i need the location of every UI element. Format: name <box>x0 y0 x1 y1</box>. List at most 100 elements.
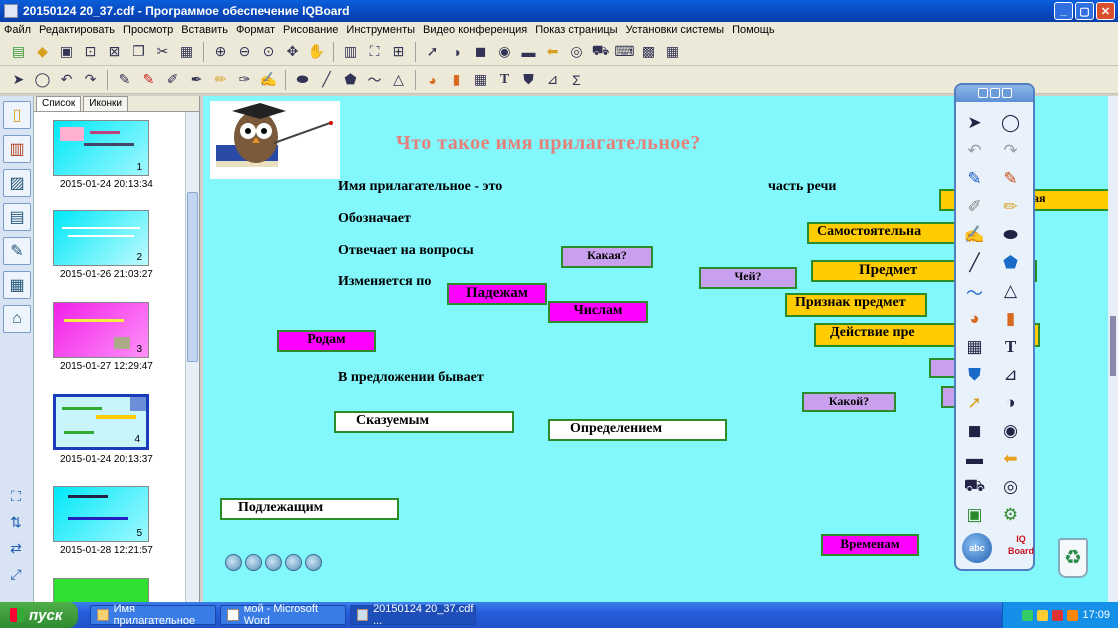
fit-screen-icon[interactable]: ⛶ <box>6 488 26 504</box>
line-icon[interactable]: ╱ <box>316 69 337 90</box>
label-podlezhashchim[interactable]: Подлежащим <box>220 498 399 520</box>
pointer-icon[interactable]: ➚ <box>422 41 443 62</box>
scrollbar-thumb[interactable] <box>1110 316 1116 376</box>
thumbnail-menu-icon[interactable] <box>130 397 146 411</box>
magnifier-icon[interactable]: ◉ <box>494 41 515 62</box>
menu-edit[interactable]: Редактировать <box>39 24 115 36</box>
label-vremenam[interactable]: Временам <box>821 534 919 556</box>
shape-icon[interactable]: ⬟ <box>340 69 361 90</box>
label-kakaya[interactable]: Какая? <box>561 246 653 268</box>
menu-insert[interactable]: Вставить <box>181 24 228 36</box>
media-icon[interactable]: ⚙ <box>998 503 1024 527</box>
monitor-icon[interactable]: ▬ <box>962 447 988 471</box>
cut-icon[interactable]: ✂ <box>152 41 173 62</box>
slide-thumbnail[interactable]: 5 <box>53 486 149 542</box>
label-padezham[interactable]: Падежам <box>447 283 547 305</box>
highlighter-icon[interactable]: ✏ <box>210 69 231 90</box>
maximize-button[interactable]: ▢ <box>1075 2 1094 20</box>
slide-thumbnail[interactable] <box>53 578 149 602</box>
last-page-button[interactable] <box>285 554 302 571</box>
fill-icon[interactable]: ⛊ <box>518 69 539 90</box>
table-icon[interactable]: ▦ <box>962 335 988 359</box>
pie-chart-icon[interactable]: ◕ <box>422 69 443 90</box>
palette-close-button[interactable] <box>1001 88 1012 98</box>
laser-icon[interactable]: ✑ <box>234 69 255 90</box>
handwriting-button[interactable]: abc <box>962 533 992 563</box>
redo-icon[interactable]: ↷ <box>998 139 1024 163</box>
function-icon[interactable]: 〜 <box>962 279 988 303</box>
formula-icon[interactable]: Σ <box>566 69 587 90</box>
menu-slideshow[interactable]: Показ страницы <box>535 24 617 36</box>
close-button[interactable]: ✕ <box>1096 2 1115 20</box>
thumbnail-scrollbar[interactable] <box>185 112 199 602</box>
copy-icon[interactable]: ❐ <box>128 41 149 62</box>
table-icon[interactable]: ▦ <box>470 69 491 90</box>
slide-thumbnail[interactable]: 3 <box>53 302 149 358</box>
save-icon[interactable]: ▣ <box>56 41 77 62</box>
label-opredeleniem[interactable]: Определением <box>548 419 727 441</box>
eraser-icon[interactable]: ⬬ <box>998 223 1024 247</box>
menu-tools[interactable]: Инструменты <box>346 24 415 36</box>
function-icon[interactable]: 〜 <box>364 69 385 90</box>
tray-icon[interactable] <box>1052 609 1064 621</box>
delete-page-icon[interactable]: ⊠ <box>104 41 125 62</box>
marker-icon[interactable]: ✎ <box>998 167 1024 191</box>
taskbar-item-word[interactable]: мой - Microsoft Word <box>220 603 346 627</box>
menu-settings[interactable]: Установки системы <box>626 24 724 36</box>
page-list-tab-icon[interactable]: ▯ <box>3 101 31 129</box>
select-arrow-icon[interactable]: ➤ <box>962 111 988 135</box>
magic-pen-icon[interactable]: ✍ <box>258 69 279 90</box>
slide-icon[interactable]: ▥ <box>340 41 361 62</box>
recycle-bin-icon[interactable]: ♻ <box>1058 538 1088 578</box>
taskbar-item-iqboard[interactable]: 20150124 20_37.cdf ... <box>350 603 476 627</box>
background-tab-icon[interactable]: ▨ <box>3 169 31 197</box>
spotlight-icon[interactable]: ◑ <box>446 41 467 62</box>
resources-tab-icon[interactable]: ▤ <box>3 203 31 231</box>
scrollbar-thumb[interactable] <box>187 192 198 362</box>
library-tab-icon[interactable]: ▥ <box>3 135 31 163</box>
zoom-in-icon[interactable]: ⊕ <box>210 41 231 62</box>
zoom-menu-icon[interactable]: ⊙ <box>258 41 279 62</box>
fit-icon[interactable]: ✥ <box>282 41 303 62</box>
eraser-icon[interactable]: ⬬ <box>292 69 313 90</box>
slide-thumbnail-selected[interactable]: 4 <box>53 394 149 450</box>
slide-thumbnail[interactable]: 1 <box>53 120 149 176</box>
label-chey[interactable]: Чей? <box>699 267 797 289</box>
zoom-out-icon[interactable]: ⊖ <box>234 41 255 62</box>
brush-icon[interactable]: ✐ <box>962 195 988 219</box>
calligraphy-icon[interactable]: ✒ <box>186 69 207 90</box>
taskbar-item-folder[interactable]: Имя прилагательное <box>90 603 216 627</box>
open-icon[interactable]: ◆ <box>32 41 53 62</box>
magnifier-icon[interactable]: ◉ <box>998 419 1024 443</box>
spotlight-icon[interactable]: ◑ <box>998 391 1024 415</box>
label-rodam[interactable]: Родам <box>277 330 376 352</box>
label-kakoy[interactable]: Какой? <box>802 392 896 412</box>
tab-icons[interactable]: Иконки <box>83 96 129 111</box>
tab-list[interactable]: Список <box>36 96 82 111</box>
pointer-icon[interactable]: ➚ <box>962 391 988 415</box>
record-icon[interactable]: ⊞ <box>388 41 409 62</box>
tray-icon[interactable] <box>1067 609 1079 621</box>
slide-thumbnail[interactable]: 2 <box>53 210 149 266</box>
ruler-icon[interactable]: ⊿ <box>542 69 563 90</box>
bar-chart-icon[interactable]: ▮ <box>998 307 1024 331</box>
new-page-icon[interactable]: ▤ <box>8 41 29 62</box>
back-arrow-icon[interactable]: ⬅ <box>542 41 563 62</box>
label-chislam[interactable]: Числам <box>548 301 648 323</box>
monitor-icon[interactable]: ▬ <box>518 41 539 62</box>
gallery-icon[interactable]: ▩ <box>638 41 659 62</box>
menu-video[interactable]: Видео конференция <box>423 24 527 36</box>
palette-minimize-button[interactable] <box>977 88 988 98</box>
label-samostoyatelnaya[interactable]: Самостоятельна <box>807 222 957 244</box>
label-skazuemym[interactable]: Сказуемым <box>334 411 514 433</box>
paste-icon[interactable]: ▦ <box>176 41 197 62</box>
menu-draw[interactable]: Рисование <box>283 24 338 36</box>
prev-page-button[interactable] <box>245 554 262 571</box>
undo-icon[interactable]: ↶ <box>962 139 988 163</box>
tools-tab-icon[interactable]: ⌂ <box>3 305 31 333</box>
mouse-icon[interactable]: ◯ <box>32 69 53 90</box>
menu-format[interactable]: Формат <box>236 24 275 36</box>
undo-icon[interactable]: ↶ <box>56 69 77 90</box>
ruler-icon[interactable]: ⊿ <box>998 363 1024 387</box>
page-menu-button[interactable] <box>305 554 322 571</box>
